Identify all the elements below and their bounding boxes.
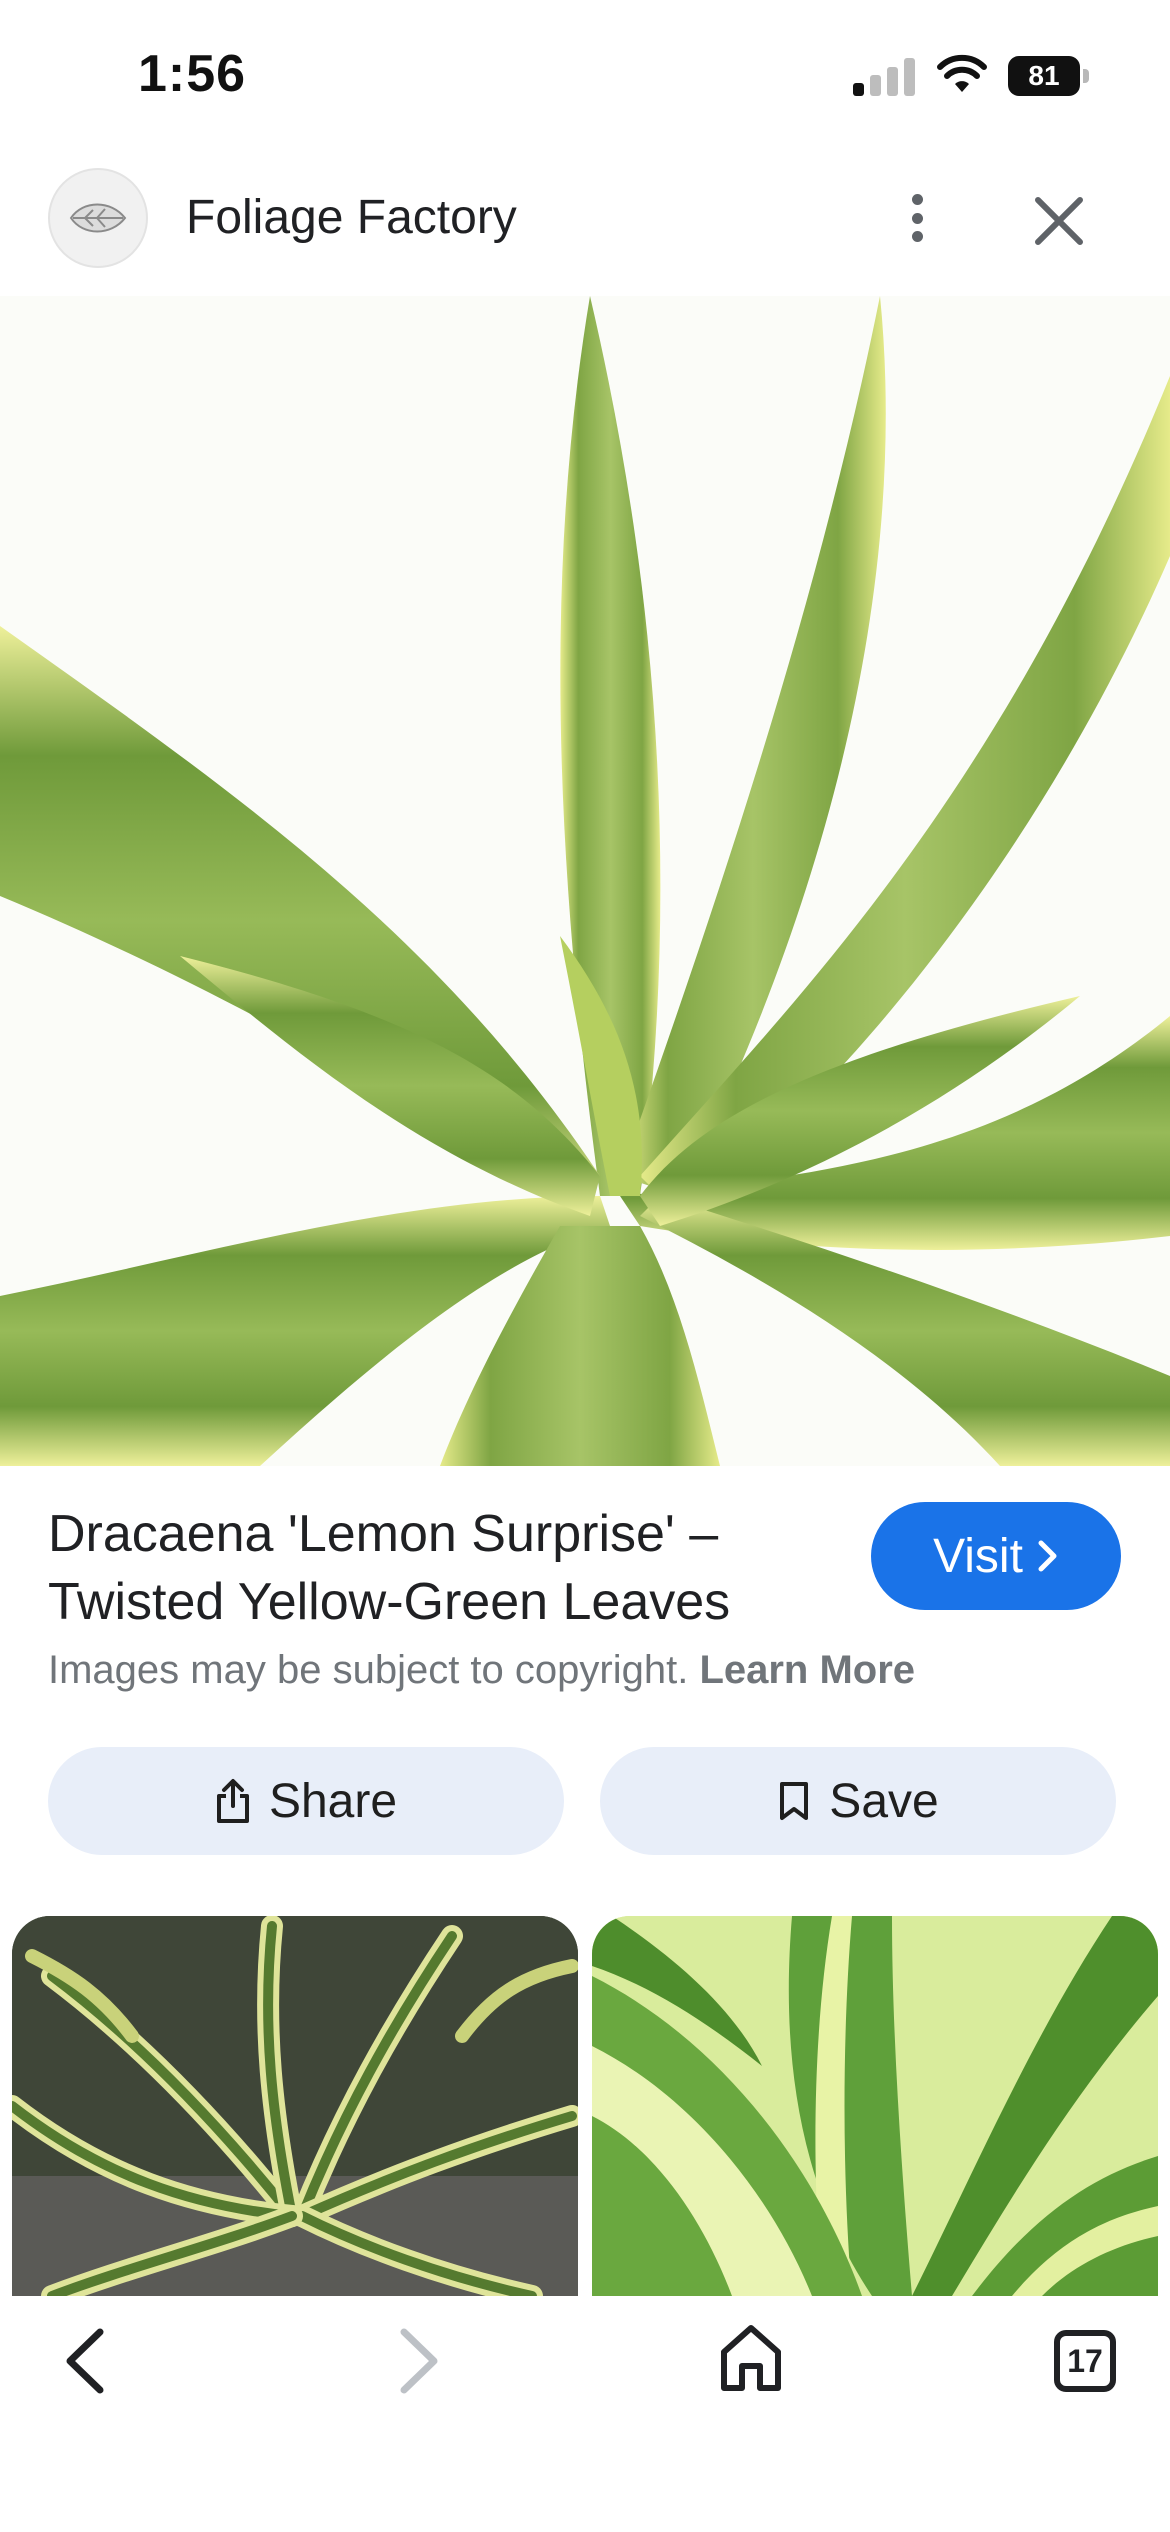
related-image-2[interactable] [592, 1916, 1158, 2296]
signal-icon [853, 58, 915, 96]
tab-count: 17 [1067, 2342, 1103, 2379]
related-image-1[interactable] [12, 1916, 578, 2296]
save-button[interactable]: Save [600, 1747, 1116, 1855]
share-label: Share [268, 1774, 398, 1828]
status-time: 1:56 [138, 45, 247, 103]
plant-thumbnail [12, 1916, 578, 2296]
back-arrow-icon[interactable] [56, 2326, 116, 2396]
save-label: Save [829, 1774, 939, 1828]
visit-button[interactable]: Visit [871, 1502, 1121, 1610]
copyright-text: Images may be subject to copyright. [48, 1648, 689, 1692]
bottom-toolbar [0, 2296, 1170, 2532]
close-icon[interactable] [1030, 192, 1088, 250]
battery-icon: 81 [1008, 56, 1089, 96]
visit-label: Visit [933, 1529, 1023, 1583]
share-icon [216, 1779, 249, 1823]
forward-arrow-icon[interactable] [388, 2326, 448, 2396]
chevron-right-icon [1038, 1540, 1057, 1572]
home-icon[interactable] [718, 2322, 784, 2394]
leaf-logo-icon [69, 203, 127, 233]
more-vert-icon[interactable] [893, 188, 941, 248]
battery-level: 81 [1008, 56, 1080, 96]
plant-thumbnail [592, 1916, 1158, 2296]
site-logo[interactable] [48, 168, 148, 268]
site-name[interactable]: Foliage Factory [186, 190, 517, 245]
hero-image[interactable] [0, 296, 1170, 1466]
copyright-notice: Images may be subject to copyright. Lear… [48, 1648, 915, 1693]
plant-image [0, 296, 1170, 1466]
learn-more-link[interactable]: Learn More [699, 1648, 915, 1692]
tabs-icon[interactable]: 17 [1054, 2330, 1116, 2392]
wifi-icon [937, 54, 987, 92]
result-title[interactable]: Dracaena 'Lemon Surprise' – Twisted Yell… [48, 1500, 828, 1636]
bookmark-icon [780, 1782, 809, 1820]
share-button[interactable]: Share [48, 1747, 564, 1855]
